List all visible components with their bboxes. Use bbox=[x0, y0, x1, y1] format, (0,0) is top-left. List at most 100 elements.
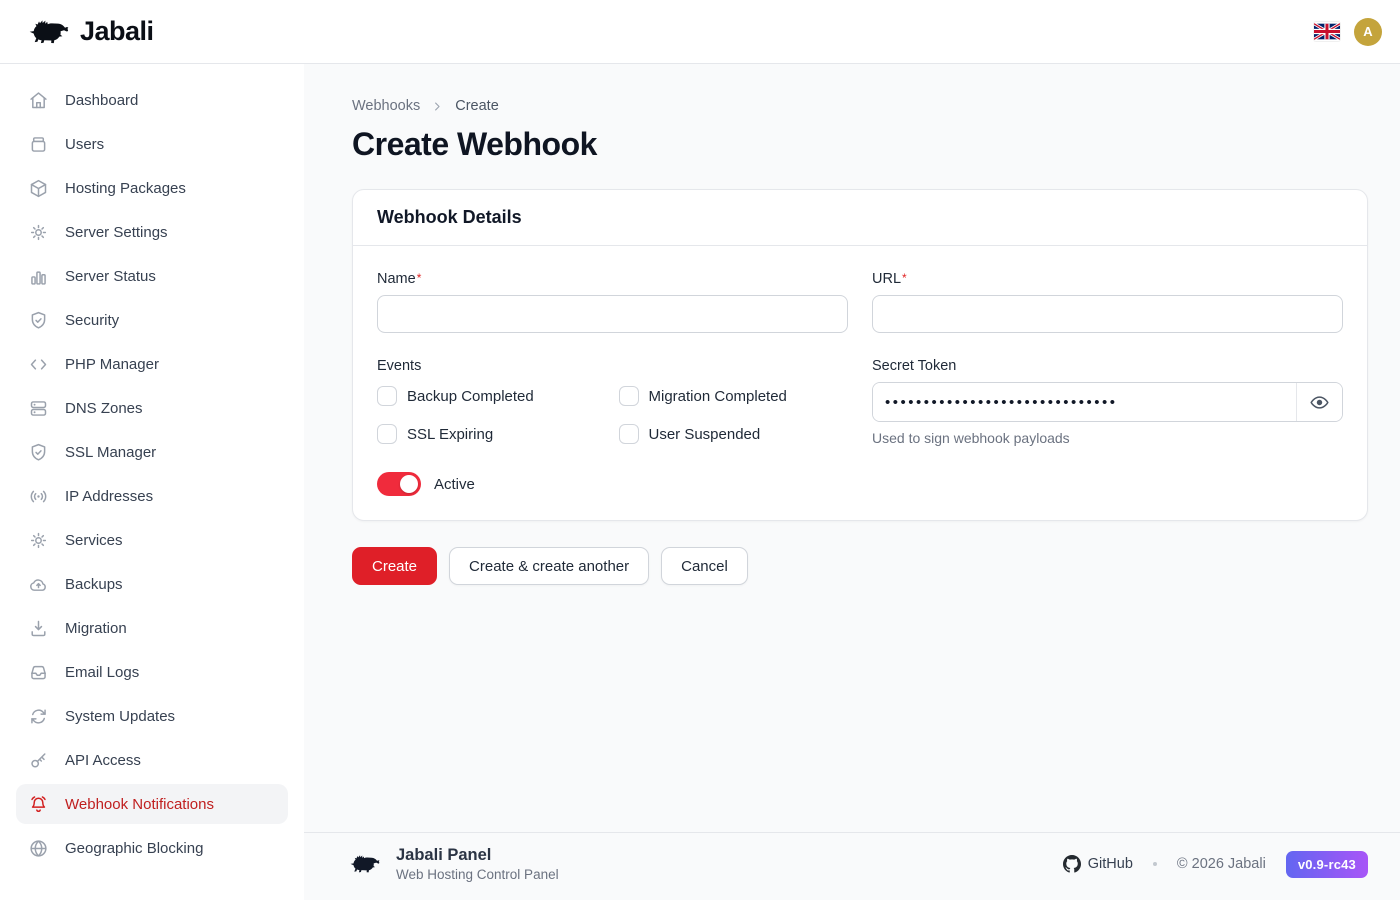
checkbox[interactable] bbox=[377, 424, 397, 444]
required-asterisk: * bbox=[902, 271, 907, 285]
boar-logo-icon bbox=[26, 16, 72, 48]
refresh-icon bbox=[28, 706, 49, 727]
sidebar-item-label: Server Status bbox=[65, 268, 156, 285]
sidebar-item-api-access[interactable]: API Access bbox=[16, 740, 288, 780]
globe-icon bbox=[28, 838, 49, 859]
checkbox[interactable] bbox=[619, 424, 639, 444]
sidebar-item-backups[interactable]: Backups bbox=[16, 564, 288, 604]
checkbox[interactable] bbox=[619, 386, 639, 406]
user-avatar[interactable]: A bbox=[1354, 18, 1382, 46]
users-icon bbox=[28, 134, 49, 155]
name-input[interactable] bbox=[377, 295, 848, 333]
sidebar-item-services[interactable]: Services bbox=[16, 520, 288, 560]
secret-token-helper: Used to sign webhook payloads bbox=[872, 430, 1343, 446]
sidebar-item-label: Geographic Blocking bbox=[65, 840, 203, 857]
active-toggle-label: Active bbox=[434, 476, 475, 493]
language-flag-icon[interactable] bbox=[1314, 22, 1340, 41]
sidebar-item-label: Backups bbox=[65, 576, 123, 593]
checkbox-label: Backup Completed bbox=[407, 388, 534, 405]
sidebar-item-label: Server Settings bbox=[65, 224, 168, 241]
sidebar-item-php-manager[interactable]: PHP Manager bbox=[16, 344, 288, 384]
footer-brand: Jabali Panel bbox=[396, 846, 559, 865]
sidebar-item-label: Security bbox=[65, 312, 119, 329]
sidebar-item-migration[interactable]: Migration bbox=[16, 608, 288, 648]
sidebar-item-label: IP Addresses bbox=[65, 488, 153, 505]
active-toggle[interactable] bbox=[377, 472, 421, 496]
breadcrumb-item-create: Create bbox=[455, 98, 499, 114]
sidebar-item-ip-addresses[interactable]: IP Addresses bbox=[16, 476, 288, 516]
breadcrumb: Webhooks Create bbox=[352, 98, 1368, 114]
eye-icon bbox=[1309, 392, 1330, 413]
name-field-group: Name* bbox=[377, 270, 848, 333]
home-icon bbox=[28, 90, 49, 111]
chevron-right-icon bbox=[430, 99, 445, 114]
sidebar-item-label: Email Logs bbox=[65, 664, 139, 681]
sidebar-item-users[interactable]: Users bbox=[16, 124, 288, 164]
sidebar-item-dns-zones[interactable]: DNS Zones bbox=[16, 388, 288, 428]
url-field-group: URL* bbox=[872, 270, 1343, 333]
sidebar-item-label: Webhook Notifications bbox=[65, 796, 214, 813]
sidebar-item-server-status[interactable]: Server Status bbox=[16, 256, 288, 296]
sidebar-item-label: Services bbox=[65, 532, 123, 549]
secret-token-label: Secret Token bbox=[872, 358, 956, 374]
checkbox-label: Migration Completed bbox=[649, 388, 787, 405]
sidebar-item-ssl-manager[interactable]: SSL Manager bbox=[16, 432, 288, 472]
sidebar-nav: Dashboard Users Hosting Packages Server Set… bbox=[0, 64, 304, 900]
shield-icon bbox=[28, 442, 49, 463]
brand-name: Jabali bbox=[80, 16, 154, 47]
copyright-text: © 2026 Jabali bbox=[1177, 856, 1266, 872]
checkbox[interactable] bbox=[377, 386, 397, 406]
brand-logo[interactable]: Jabali bbox=[26, 16, 154, 48]
sidebar-item-webhook-notifications[interactable]: Webhook Notifications bbox=[16, 784, 288, 824]
footer: Jabali Panel Web Hosting Control Panel G… bbox=[304, 832, 1400, 900]
sidebar-item-security[interactable]: Security bbox=[16, 300, 288, 340]
bar-chart-icon bbox=[28, 266, 49, 287]
server-icon bbox=[28, 398, 49, 419]
dot-separator bbox=[1153, 862, 1157, 866]
gear-icon bbox=[28, 222, 49, 243]
github-link[interactable]: GitHub bbox=[1063, 855, 1133, 873]
webhook-details-card: Webhook Details Name* URL* Events bbox=[352, 189, 1368, 521]
url-label: URL* bbox=[872, 271, 907, 287]
sidebar-item-label: Users bbox=[65, 136, 104, 153]
sidebar-item-hosting-packages[interactable]: Hosting Packages bbox=[16, 168, 288, 208]
secret-token-input[interactable] bbox=[873, 383, 1296, 421]
github-label: GitHub bbox=[1088, 856, 1133, 872]
sidebar-item-system-updates[interactable]: System Updates bbox=[16, 696, 288, 736]
sidebar-item-label: API Access bbox=[65, 752, 141, 769]
sidebar-item-label: System Updates bbox=[65, 708, 175, 725]
reveal-secret-button[interactable] bbox=[1296, 383, 1342, 421]
url-input[interactable] bbox=[872, 295, 1343, 333]
package-icon bbox=[28, 178, 49, 199]
event-checkbox-user-suspended[interactable]: User Suspended bbox=[619, 424, 849, 444]
toggle-knob bbox=[400, 475, 418, 493]
cancel-button[interactable]: Cancel bbox=[661, 547, 748, 585]
events-label: Events bbox=[377, 358, 421, 374]
cloud-upload-icon bbox=[28, 574, 49, 595]
version-badge: v0.9-rc43 bbox=[1286, 851, 1368, 878]
secret-token-field-group: Secret Token Used to sign webhook payloa… bbox=[872, 357, 1343, 446]
main-area: WebhooksCreate Create Webhook Webhook De… bbox=[304, 64, 1400, 900]
breadcrumb-item-webhooks[interactable]: Webhooks bbox=[352, 98, 420, 114]
card-title: Webhook Details bbox=[377, 207, 522, 227]
sidebar-item-label: Dashboard bbox=[65, 92, 138, 109]
sidebar-item-email-logs[interactable]: Email Logs bbox=[16, 652, 288, 692]
sidebar-item-server-settings[interactable]: Server Settings bbox=[16, 212, 288, 252]
sidebar-item-label: DNS Zones bbox=[65, 400, 143, 417]
create-create-another-button[interactable]: Create & create another bbox=[449, 547, 649, 585]
event-checkbox-migration-completed[interactable]: Migration Completed bbox=[619, 386, 849, 406]
create-button[interactable]: Create bbox=[352, 547, 437, 585]
inbox-icon bbox=[28, 662, 49, 683]
download-icon bbox=[28, 618, 49, 639]
sidebar-item-label: Hosting Packages bbox=[65, 180, 186, 197]
sidebar-item-label: SSL Manager bbox=[65, 444, 156, 461]
gear-icon bbox=[28, 530, 49, 551]
event-checkbox-ssl-expiring[interactable]: SSL Expiring bbox=[377, 424, 607, 444]
github-icon bbox=[1063, 855, 1081, 873]
checkbox-label: User Suspended bbox=[649, 426, 761, 443]
event-checkbox-backup-completed[interactable]: Backup Completed bbox=[377, 386, 607, 406]
events-field-group: Events Backup Completed Migration Complet… bbox=[377, 357, 848, 446]
sidebar-item-geographic-blocking[interactable]: Geographic Blocking bbox=[16, 828, 288, 868]
boar-logo-icon bbox=[348, 852, 382, 876]
sidebar-item-dashboard[interactable]: Dashboard bbox=[16, 80, 288, 120]
